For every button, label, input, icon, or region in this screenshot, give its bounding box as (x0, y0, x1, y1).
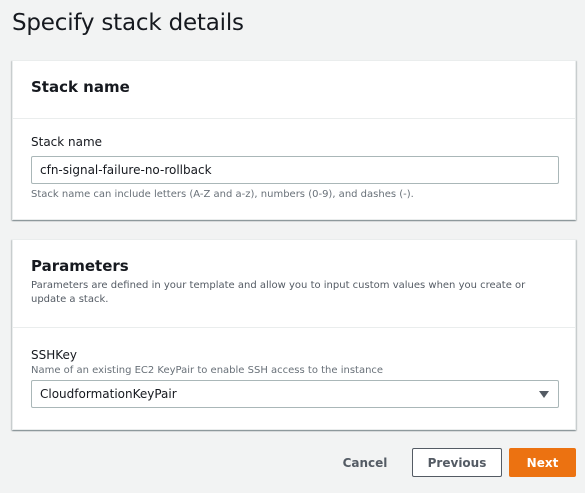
next-button[interactable]: Next (509, 448, 576, 477)
parameters-panel-title: Parameters (31, 257, 129, 275)
cancel-button[interactable]: Cancel (330, 448, 400, 477)
stack-name-panel-body: Stack name Stack name can include letter… (13, 119, 575, 200)
parameters-panel-header: Parameters Parameters are defined in you… (13, 240, 575, 328)
sshkey-selected-value: CloudformationKeyPair (40, 387, 177, 401)
previous-button[interactable]: Previous (412, 448, 502, 477)
sshkey-select[interactable]: CloudformationKeyPair (31, 380, 559, 408)
parameters-panel: Parameters Parameters are defined in you… (12, 239, 576, 430)
stack-name-help: Stack name can include letters (A-Z and … (31, 189, 414, 200)
stack-name-panel-title: Stack name (31, 78, 130, 96)
sshkey-label: SSHKey (31, 348, 78, 362)
stack-name-input[interactable] (31, 156, 559, 184)
parameters-panel-body: SSHKey Name of an existing EC2 KeyPair t… (13, 328, 575, 408)
stack-name-panel-header: Stack name (13, 61, 575, 119)
sshkey-description: Name of an existing EC2 KeyPair to enabl… (31, 365, 384, 376)
caret-down-icon (539, 391, 549, 398)
parameters-panel-description: Parameters are defined in your template … (31, 280, 526, 305)
page-title: Specify stack details (12, 10, 244, 36)
stack-name-label: Stack name (31, 135, 103, 149)
stack-name-panel: Stack name Stack name Stack name can inc… (12, 60, 576, 220)
